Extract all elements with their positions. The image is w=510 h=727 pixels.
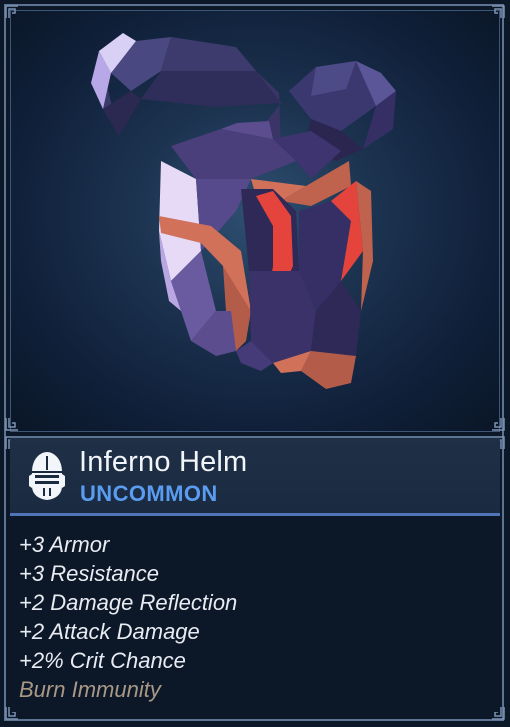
item-name: Inferno Helm bbox=[79, 446, 248, 478]
corner-ornament-icon bbox=[491, 5, 505, 19]
corner-ornament-icon bbox=[491, 417, 505, 431]
stat-line-attack-damage: +2 Attack Damage bbox=[19, 619, 200, 644]
stat-line-armor: +3 Armor bbox=[19, 532, 110, 557]
item-artwork-panel bbox=[10, 10, 500, 432]
stat-line-burn-immunity: Burn Immunity bbox=[19, 677, 161, 702]
stat-line-crit-chance: +2% Crit Chance bbox=[19, 648, 186, 673]
inferno-helm-artwork bbox=[91, 33, 396, 389]
corner-ornament-icon bbox=[5, 417, 19, 431]
corner-ornament-icon bbox=[5, 5, 19, 19]
item-rarity-label: UNCOMMON bbox=[80, 481, 218, 506]
stat-line-resistance: +3 Resistance bbox=[19, 561, 160, 586]
stat-line-damage-reflection: +2 Damage Reflection bbox=[19, 590, 238, 615]
item-tooltip-card: Inferno Helm UNCOMMON +3 Armor +3 Resist… bbox=[0, 0, 510, 727]
stat-list: +3 Armor +3 Resistance +2 Damage Reflect… bbox=[19, 530, 237, 704]
knight-helmet-icon bbox=[26, 450, 68, 502]
